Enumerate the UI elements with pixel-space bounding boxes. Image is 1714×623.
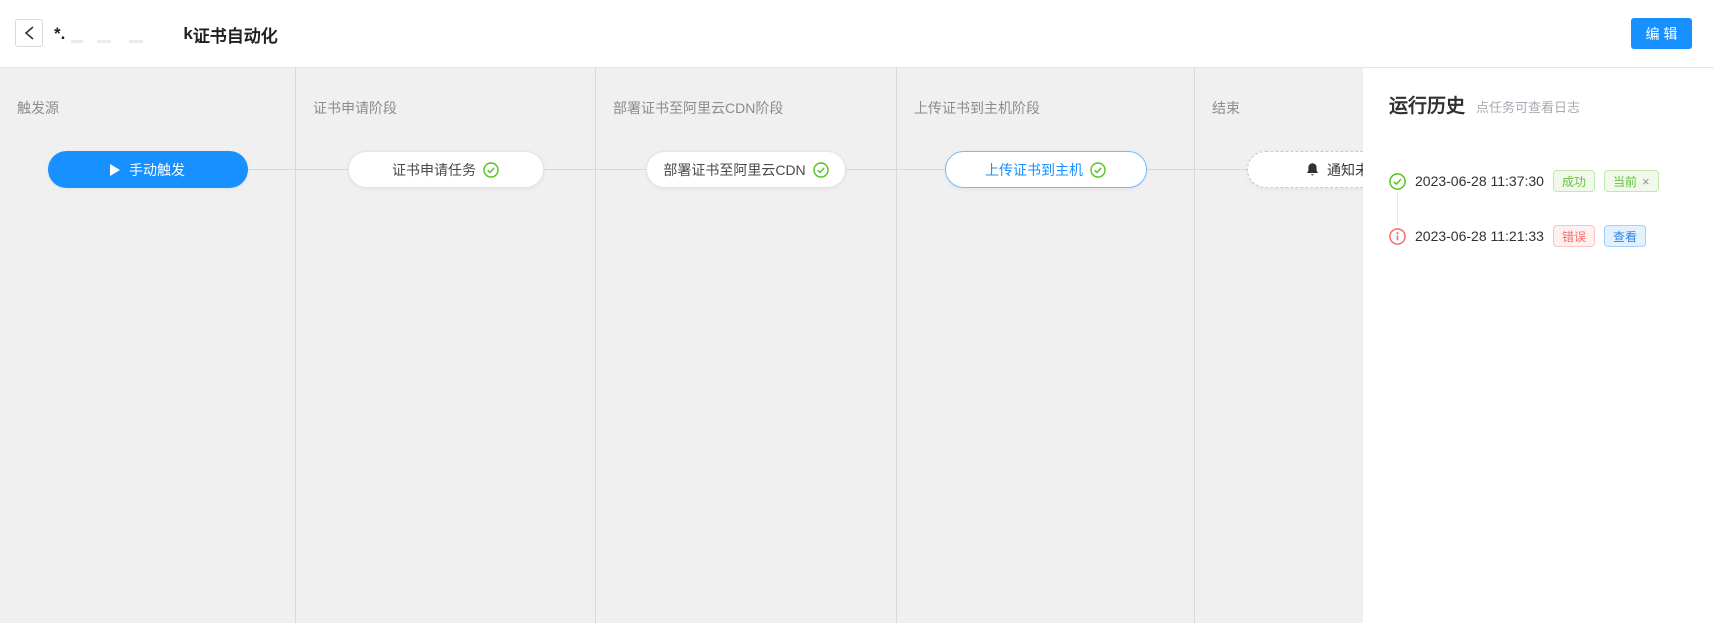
- status-tag-error: 错误: [1553, 225, 1595, 247]
- node-label: 手动触发: [129, 160, 185, 180]
- success-circle-icon: [1389, 173, 1406, 190]
- node-deploy-cdn[interactable]: 部署证书至阿里云CDN: [646, 151, 846, 188]
- run-history-panel: 运行历史 点任务可查看日志 2023-06-28 11:37:30 成功 当前 …: [1363, 68, 1714, 623]
- stage-column-trigger: 触发源 手动触发: [0, 68, 296, 623]
- stage-label: 触发源: [17, 98, 59, 118]
- check-circle-icon: [1090, 162, 1106, 178]
- page-header: *. k证书自动化 编 辑: [0, 0, 1714, 68]
- check-circle-icon: [813, 162, 829, 178]
- node-label: 上传证书到主机: [985, 160, 1083, 180]
- current-tag[interactable]: 当前 ×: [1604, 170, 1659, 192]
- stage-column-deploy-cdn: 部署证书至阿里云CDN阶段 部署证书至阿里云CDN: [596, 68, 897, 623]
- stage-label: 上传证书到主机阶段: [914, 98, 1040, 118]
- chevron-left-icon: [24, 26, 35, 40]
- stage-column-cert-request: 证书申请阶段 证书申请任务: [296, 68, 596, 623]
- history-entry-success[interactable]: 2023-06-28 11:37:30 成功 当前 ×: [1389, 169, 1659, 193]
- stage-label: 部署证书至阿里云CDN阶段: [613, 98, 783, 118]
- page-title: *. k证书自动化: [54, 21, 278, 47]
- node-upload-host[interactable]: 上传证书到主机: [945, 151, 1147, 188]
- timeline-connector: [1397, 192, 1398, 226]
- back-button[interactable]: [15, 19, 43, 47]
- close-icon[interactable]: ×: [1642, 175, 1650, 188]
- certificate-automation-page: *. k证书自动化 编 辑 触发源 手动触发 证书申请阶段 证书申请任务: [0, 0, 1714, 623]
- current-tag-label: 当前: [1613, 173, 1637, 190]
- stage-label: 证书申请阶段: [313, 98, 397, 118]
- status-tag-success: 成功: [1553, 170, 1595, 192]
- history-title: 运行历史: [1389, 91, 1465, 118]
- run-timestamp: 2023-06-28 11:21:33: [1415, 228, 1544, 244]
- view-log-tag[interactable]: 查看: [1604, 225, 1646, 247]
- history-subtitle: 点任务可查看日志: [1476, 97, 1580, 116]
- redacted-domain: [65, 23, 183, 45]
- node-label: 证书申请任务: [392, 160, 476, 180]
- stage-label: 结束: [1212, 98, 1240, 118]
- error-circle-icon: [1389, 228, 1406, 245]
- node-label: 部署证书至阿里云CDN: [663, 160, 805, 180]
- edit-button[interactable]: 编 辑: [1631, 18, 1692, 49]
- node-cert-request-task[interactable]: 证书申请任务: [348, 151, 544, 188]
- play-icon: [110, 164, 120, 176]
- check-circle-icon: [483, 162, 499, 178]
- node-manual-trigger[interactable]: 手动触发: [48, 151, 248, 188]
- history-entry-error[interactable]: 2023-06-28 11:21:33 错误 查看: [1389, 224, 1646, 248]
- bell-icon: [1305, 162, 1320, 178]
- run-timestamp: 2023-06-28 11:37:30: [1415, 173, 1544, 189]
- title-prefix: *.: [54, 24, 65, 44]
- title-partial-char: k: [183, 24, 192, 44]
- title-suffix: 证书自动化: [193, 22, 278, 47]
- stage-column-upload-host: 上传证书到主机阶段 上传证书到主机: [897, 68, 1195, 623]
